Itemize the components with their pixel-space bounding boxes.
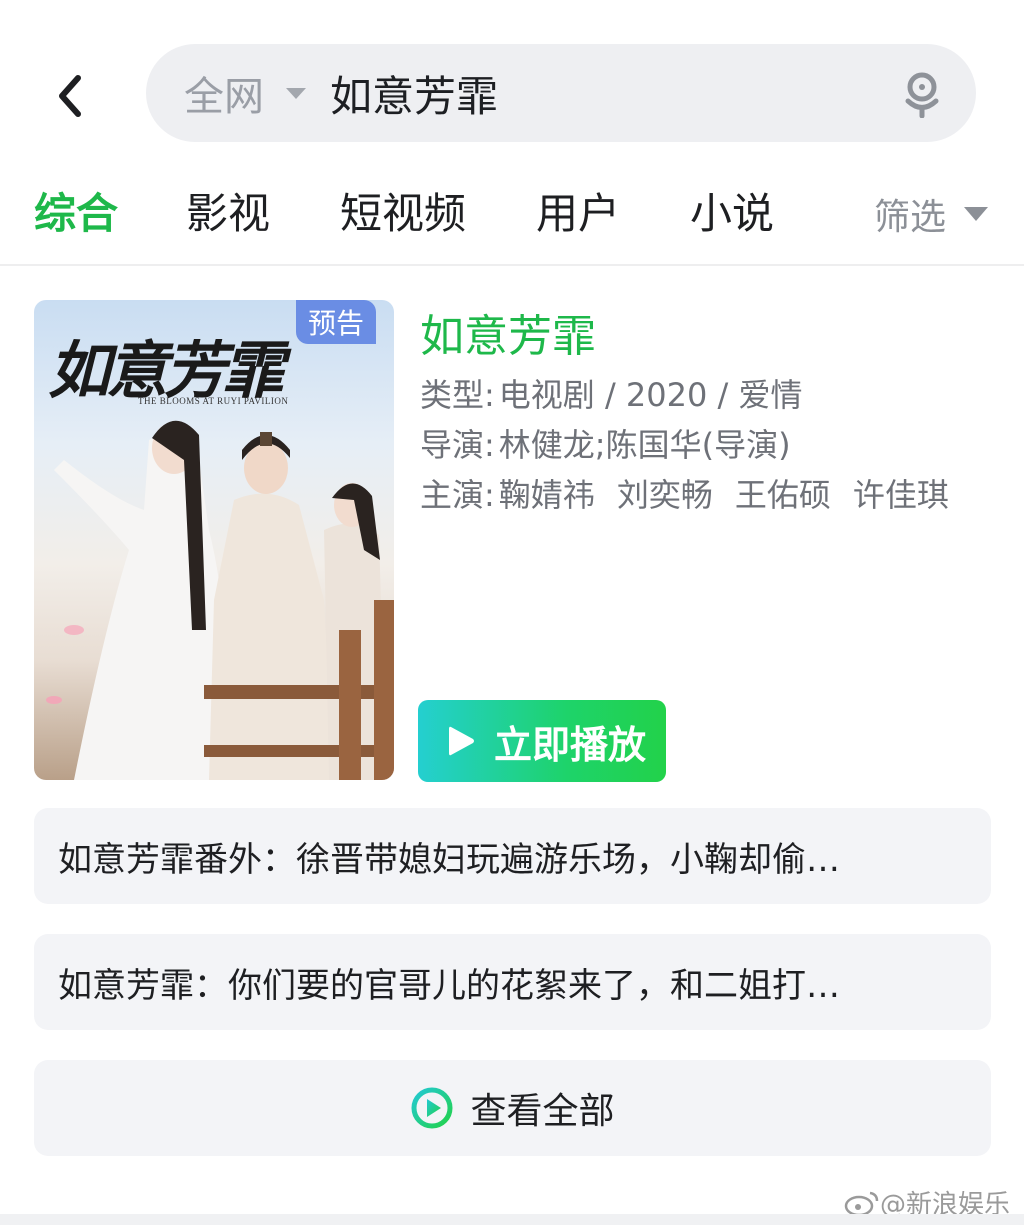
type-value: 电视剧 / 2020 / 爱情: [498, 376, 803, 414]
show-type: 类型: 电视剧 / 2020 / 爱情: [420, 370, 803, 416]
view-all-button[interactable]: 查看全部: [34, 1060, 991, 1156]
play-icon: [449, 726, 474, 756]
view-all-label: 查看全部: [470, 1091, 615, 1132]
dropdown-caret-icon: [286, 87, 306, 99]
play-circle-icon: [411, 1087, 453, 1129]
related-video-title: 如意芳霏：你们要的官哥儿的花絮来了，和二姐打…: [58, 965, 840, 1006]
back-arrow-icon: [59, 75, 81, 117]
search-scope-label: 全网: [184, 74, 264, 120]
poster-subtitle: THE BLOOMS AT RUYI PAVILION: [138, 396, 289, 406]
cast-member[interactable]: 鞠婧祎: [499, 476, 595, 514]
show-poster[interactable]: 如意芳霏 THE BLOOMS AT RUYI PAVILION: [34, 300, 394, 780]
cast-member[interactable]: 王佑硕: [735, 476, 831, 514]
tab-novels[interactable]: 小说: [690, 180, 774, 241]
cast-member[interactable]: 许佳琪: [853, 476, 949, 514]
back-button[interactable]: [48, 66, 92, 126]
filter-caret-icon: [964, 207, 988, 221]
play-now-label: 立即播放: [494, 722, 647, 767]
microphone-icon[interactable]: [902, 70, 942, 118]
tab-short-video[interactable]: 短视频: [340, 180, 466, 241]
show-director: 导演: 林健龙;陈国华(导演): [420, 420, 791, 466]
related-video-item[interactable]: 如意芳霏：你们要的官哥儿的花絮来了，和二姐打…: [34, 934, 991, 1030]
search-input[interactable]: 如意芳霏: [330, 63, 976, 124]
tab-comprehensive[interactable]: 综合: [34, 180, 118, 241]
tabs-divider: [0, 264, 1024, 266]
related-video-item[interactable]: 如意芳霏番外：徐晋带媳妇玩遍游乐场，小鞠却偷…: [34, 808, 991, 904]
cast-label: 主演:: [420, 476, 495, 514]
director-label: 导演:: [420, 426, 495, 464]
show-title[interactable]: 如意芳霏: [420, 300, 596, 364]
search-scope-dropdown[interactable]: 全网: [184, 64, 306, 122]
bottom-band: [0, 1214, 1024, 1225]
weibo-icon: [844, 1191, 879, 1216]
tab-users[interactable]: 用户: [536, 180, 620, 241]
category-tabs: 综合 影视 短视频 用户 小说 筛选: [0, 180, 1024, 250]
type-label: 类型:: [420, 376, 495, 414]
trailer-badge: 预告: [296, 300, 376, 344]
cast-member[interactable]: 刘奕畅: [617, 476, 713, 514]
tab-film-tv[interactable]: 影视: [186, 180, 270, 241]
director-value: 林健龙;陈国华(导演): [498, 426, 791, 464]
related-video-title: 如意芳霏番外：徐晋带媳妇玩遍游乐场，小鞠却偷…: [58, 839, 840, 880]
filter-button[interactable]: 筛选: [874, 188, 988, 240]
search-bar[interactable]: 全网 如意芳霏: [146, 44, 976, 142]
play-now-button[interactable]: 立即播放: [418, 700, 666, 782]
show-cast: 主演: 鞠婧祎 刘奕畅 王佑硕 许佳琪: [420, 470, 971, 516]
filter-label: 筛选: [873, 197, 946, 238]
